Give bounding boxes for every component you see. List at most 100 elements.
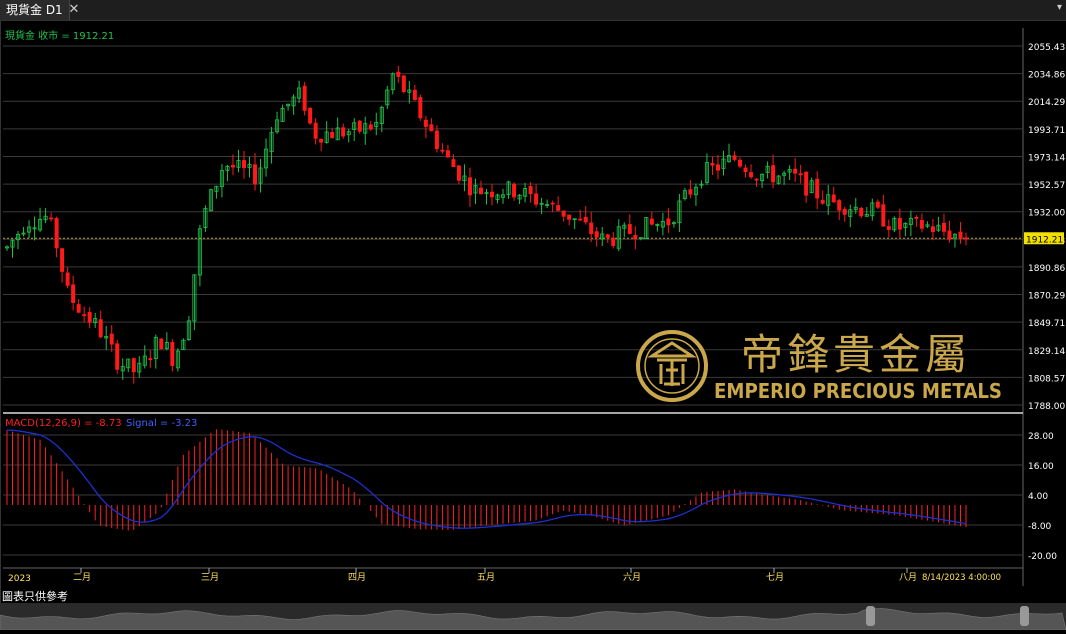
navigator-left-handle[interactable] <box>866 606 875 626</box>
time-axis: 二月 三月 四月 五月 六月 七月 八月 8/14/2023 4:00:00 <box>73 568 1001 583</box>
candle-down <box>440 149 445 152</box>
candle-down <box>412 89 417 100</box>
candle-down <box>881 204 886 227</box>
candle-down <box>341 127 346 137</box>
price-series-label: 現貨金 收市 = 1912.21 <box>5 29 114 42</box>
candle-down <box>743 167 748 173</box>
menu-dropdown-icon[interactable]: ▾ <box>1057 2 1062 13</box>
price-tick-label: 1890.86 <box>1028 264 1065 274</box>
navigator-overview <box>0 608 1066 631</box>
candle-down <box>842 208 847 215</box>
candle-down <box>109 333 114 345</box>
candle-down <box>159 338 164 350</box>
candle-down <box>429 124 434 132</box>
candle-down <box>941 222 946 232</box>
candle-down <box>556 205 561 211</box>
candle-down <box>445 150 450 158</box>
candle-down <box>688 189 693 195</box>
chart-frame: 帝鋒貴金屬 EMPERIO PRECIOUS METALS 2055.43 2034… <box>0 21 1066 630</box>
candle-down <box>589 222 594 235</box>
candle-down <box>633 235 638 240</box>
candle-down <box>550 202 555 205</box>
month-label: 六月 <box>623 571 641 583</box>
navigator-right-handle[interactable] <box>1020 606 1029 626</box>
macd-label: MACD(12,26,9) = -8.73 <box>5 418 122 429</box>
candle-down <box>754 178 759 181</box>
candle-down <box>302 85 307 111</box>
candle-down <box>627 224 632 234</box>
candle-down <box>434 130 439 150</box>
month-label: 四月 <box>348 572 366 583</box>
candle-down <box>87 312 92 323</box>
candle-down <box>594 231 599 238</box>
candle-down <box>528 186 533 195</box>
disclaimer-note: 圖表只供參考 <box>2 590 68 603</box>
candle-down <box>467 177 472 196</box>
chart-tab[interactable]: 現貨金 D1 <box>0 0 70 20</box>
candle-down <box>886 226 891 230</box>
candle-down <box>357 120 362 132</box>
candle-down <box>456 165 461 181</box>
year-label: 2023 <box>8 574 31 584</box>
candle-down <box>478 187 483 195</box>
candle-down <box>76 304 81 313</box>
candle-down <box>423 119 428 127</box>
macd-gridlines <box>3 434 1023 556</box>
candle-down <box>820 199 825 204</box>
candle-down <box>418 97 423 119</box>
candle-down <box>241 160 246 169</box>
candle-down <box>710 163 715 166</box>
month-label: 八月 <box>899 572 917 583</box>
candle-down <box>837 200 842 211</box>
candle-down <box>54 218 59 249</box>
candle-down <box>578 218 583 221</box>
brand-watermark: 帝鋒貴金屬EMPERIO PRECIOUS METALS <box>636 330 1002 403</box>
candle-down <box>831 194 836 203</box>
month-label: 五月 <box>477 572 495 583</box>
candle-down <box>60 248 65 272</box>
candle-down <box>897 217 902 230</box>
candle-down <box>611 237 616 246</box>
chart-tab-title: 現貨金 D1 <box>6 3 63 17</box>
candle-down <box>230 165 235 168</box>
chart-canvas[interactable]: 帝鋒貴金屬EMPERIO PRECIOUS METALS 2055.43 2034… <box>1 21 1066 630</box>
month-label: 七月 <box>766 572 784 583</box>
price-gridlines <box>3 28 1024 586</box>
current-price-label: 1912.21 <box>1026 235 1063 245</box>
macd-tick-label: 16.00 <box>1028 462 1054 472</box>
macd-tick-label: 4.00 <box>1028 492 1048 502</box>
macd-tick-label: -8.00 <box>1028 522 1052 532</box>
price-tick-label: 1849.71 <box>1028 319 1065 329</box>
watermark-english: EMPERIO PRECIOUS METALS <box>714 379 1002 403</box>
candle-down <box>798 173 803 176</box>
chart-navigator[interactable] <box>0 603 1066 631</box>
candle-down <box>715 164 720 171</box>
candle-down <box>490 191 495 198</box>
price-tick-label: 1952.57 <box>1028 181 1065 191</box>
candle-down <box>82 314 87 317</box>
macd-tick-label: -20.00 <box>1028 552 1057 562</box>
candle-down <box>115 343 120 370</box>
close-icon[interactable]: ✕ <box>66 0 82 20</box>
price-tick-label: 1808.57 <box>1028 374 1065 384</box>
price-tick-label: 1973.14 <box>1028 153 1065 163</box>
candle-down <box>964 237 969 240</box>
candle-down <box>253 164 258 185</box>
window-titlebar: 現貨金 D1 ✕ ▾ <box>0 0 1066 21</box>
candle-down <box>396 71 401 77</box>
candle-down <box>771 165 776 183</box>
candle-down <box>732 155 737 160</box>
navigator-canvas[interactable] <box>0 603 1066 631</box>
candle-down <box>148 358 153 361</box>
candle-down <box>815 178 820 199</box>
price-tick-label: 1993.71 <box>1028 126 1065 136</box>
price-tick-label: 2034.86 <box>1028 71 1065 81</box>
macd-tick-label: 28.00 <box>1028 432 1054 442</box>
candle-down <box>534 193 539 205</box>
candle-down <box>319 138 324 143</box>
price-tick-label: 1870.29 <box>1028 292 1065 302</box>
candle-down <box>875 201 880 208</box>
macd-histogram <box>6 429 967 531</box>
candle-down <box>401 75 406 93</box>
price-tick-label: 2055.43 <box>1028 43 1065 53</box>
